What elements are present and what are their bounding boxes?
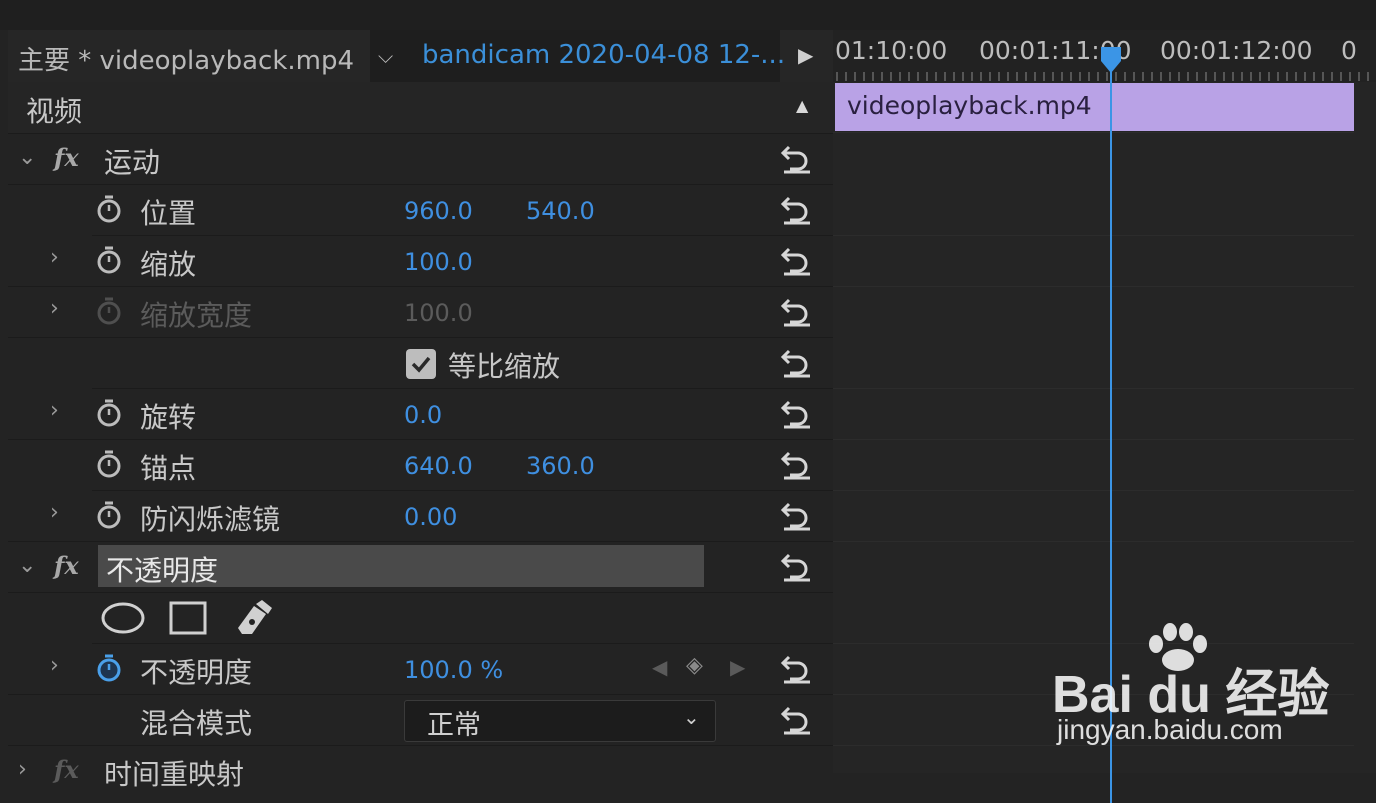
fx-icon[interactable]: fx <box>54 143 79 172</box>
previous-keyframe-icon[interactable]: ◀ <box>652 655 667 679</box>
panel-header: 主要 * videoplayback.mp4 ⌵ bandicam 2020-0… <box>8 30 833 83</box>
blend-mode-label: 混合模式 <box>140 707 253 740</box>
track-divider <box>833 541 1354 542</box>
anti-flicker-row: › 防闪烁滤镜 0.00 <box>8 490 833 542</box>
opacity-effect-row[interactable]: ⌄ fx 不透明度 <box>8 541 833 593</box>
anti-flicker-value[interactable]: 0.00 <box>404 503 457 531</box>
opacity-effect-label: 不透明度 <box>106 554 219 587</box>
chevron-right-icon[interactable]: › <box>50 398 59 423</box>
ellipse-mask-icon[interactable] <box>100 600 146 636</box>
anti-flicker-label: 防闪烁滤镜 <box>140 503 281 536</box>
rotation-value[interactable]: 0.0 <box>404 401 442 429</box>
top-strip <box>0 0 1376 30</box>
play-triangle-icon[interactable]: ▶ <box>798 43 813 67</box>
motion-label: 运动 <box>104 146 161 179</box>
reset-icon[interactable] <box>780 192 814 226</box>
position-x-value[interactable]: 960.0 <box>404 197 473 225</box>
pen-mask-icon[interactable] <box>232 598 274 638</box>
master-clip-label[interactable]: 主要 * videoplayback.mp4 <box>18 40 354 77</box>
triangle-up-icon[interactable]: ▲ <box>796 96 808 115</box>
time-remap-label: 时间重映射 <box>104 758 245 791</box>
scale-value[interactable]: 100.0 <box>404 248 473 276</box>
chevron-down-icon[interactable]: ⌄ <box>18 553 36 578</box>
clip-name: videoplayback.mp4 <box>847 91 1092 120</box>
reset-icon[interactable] <box>780 651 814 685</box>
uniform-scale-label: 等比缩放 <box>448 350 561 383</box>
rotation-row: › 旋转 0.0 <box>8 388 833 440</box>
anchor-y-value[interactable]: 360.0 <box>526 452 595 480</box>
track-divider <box>833 132 1354 133</box>
reset-icon[interactable] <box>780 549 814 583</box>
chevron-right-icon[interactable]: › <box>50 296 59 321</box>
next-keyframe-icon[interactable]: ▶ <box>730 655 745 679</box>
uniform-scale-row: 等比缩放 <box>92 337 833 389</box>
position-label: 位置 <box>140 197 197 230</box>
rectangle-mask-icon[interactable] <box>168 600 208 636</box>
blend-mode-dropdown[interactable]: 正常 ⌄ <box>404 700 716 742</box>
stopwatch-icon[interactable] <box>96 245 122 275</box>
opacity-value[interactable]: 100.0 % <box>404 656 503 684</box>
uniform-scale-checkbox[interactable] <box>406 349 436 379</box>
video-section-label: 视频 <box>26 95 83 128</box>
timecode-label: 01:10:00 <box>835 36 948 65</box>
track-divider <box>833 439 1354 440</box>
opacity-property-label: 不透明度 <box>140 656 253 689</box>
blend-mode-row: 混合模式 正常 ⌄ <box>8 694 833 746</box>
chevron-right-icon[interactable]: › <box>18 757 27 782</box>
anchor-point-label: 锚点 <box>140 452 197 485</box>
track-divider <box>833 490 1354 491</box>
track-divider <box>833 235 1354 236</box>
fx-icon[interactable]: fx <box>54 755 79 784</box>
position-row: 位置 960.0 540.0 <box>92 184 833 236</box>
add-keyframe-icon[interactable]: ◈ <box>686 653 703 678</box>
timecode-label: 00:01:12:00 <box>1160 36 1313 65</box>
fx-icon[interactable]: fx <box>54 551 79 580</box>
reset-icon[interactable] <box>780 447 814 481</box>
stopwatch-active-icon[interactable] <box>96 653 122 683</box>
playhead-handle-icon[interactable] <box>1099 45 1123 75</box>
anchor-x-value[interactable]: 640.0 <box>404 452 473 480</box>
reset-icon[interactable] <box>780 396 814 430</box>
video-section-header: 视频 ▲ <box>8 82 833 134</box>
stopwatch-icon[interactable] <box>96 194 122 224</box>
effect-controls-panel: 主要 * videoplayback.mp4 ⌵ bandicam 2020-0… <box>8 30 833 791</box>
chevron-right-icon[interactable]: › <box>50 245 59 270</box>
mask-tools-row <box>92 592 833 644</box>
checkmark-icon <box>411 356 431 373</box>
track-divider <box>833 388 1354 389</box>
reset-icon[interactable] <box>780 498 814 532</box>
scale-width-value: 100.0 <box>404 299 473 327</box>
reset-icon[interactable] <box>780 345 814 379</box>
blend-mode-value: 正常 <box>427 710 481 741</box>
chevron-down-icon[interactable]: ⌵ <box>378 44 393 68</box>
chevron-down-icon: ⌄ <box>683 705 700 729</box>
watermark-url: jingyan.baidu.com <box>1057 714 1283 745</box>
stopwatch-icon[interactable] <box>96 449 122 479</box>
stopwatch-icon[interactable] <box>96 500 122 530</box>
stopwatch-icon[interactable] <box>96 398 122 428</box>
chevron-right-icon[interactable]: › <box>50 653 59 678</box>
anchor-point-row: 锚点 640.0 360.0 <box>92 439 833 491</box>
opacity-property-row: › 不透明度 100.0 % ◀ ◈ ▶ <box>8 643 833 695</box>
time-remap-row[interactable]: › fx 时间重映射 <box>8 745 833 796</box>
reset-icon[interactable] <box>780 702 814 736</box>
reset-icon[interactable] <box>780 294 814 328</box>
scale-width-label: 缩放宽度 <box>140 299 253 332</box>
reset-icon[interactable] <box>780 243 814 277</box>
sequence-clip-label[interactable]: bandicam 2020-04-08 12-... <box>422 40 785 70</box>
scale-row: › 缩放 100.0 <box>8 235 833 287</box>
reset-icon[interactable] <box>780 141 814 175</box>
baidu-jingyan-watermark: Bai du 经验 jingyan.baidu.com <box>1052 622 1329 752</box>
timecode-label: 0 <box>1341 36 1357 65</box>
scale-width-row: › 缩放宽度 100.0 <box>8 286 833 338</box>
chevron-down-icon[interactable]: ⌄ <box>18 145 36 170</box>
position-y-value[interactable]: 540.0 <box>526 197 595 225</box>
motion-effect-row[interactable]: ⌄ fx 运动 <box>8 133 833 185</box>
track-divider <box>833 286 1354 287</box>
rotation-label: 旋转 <box>140 401 197 434</box>
stopwatch-icon <box>97 297 121 325</box>
scale-label: 缩放 <box>140 248 197 281</box>
chevron-right-icon[interactable]: › <box>50 500 59 525</box>
clip-bar[interactable]: videoplayback.mp4 <box>835 83 1354 131</box>
